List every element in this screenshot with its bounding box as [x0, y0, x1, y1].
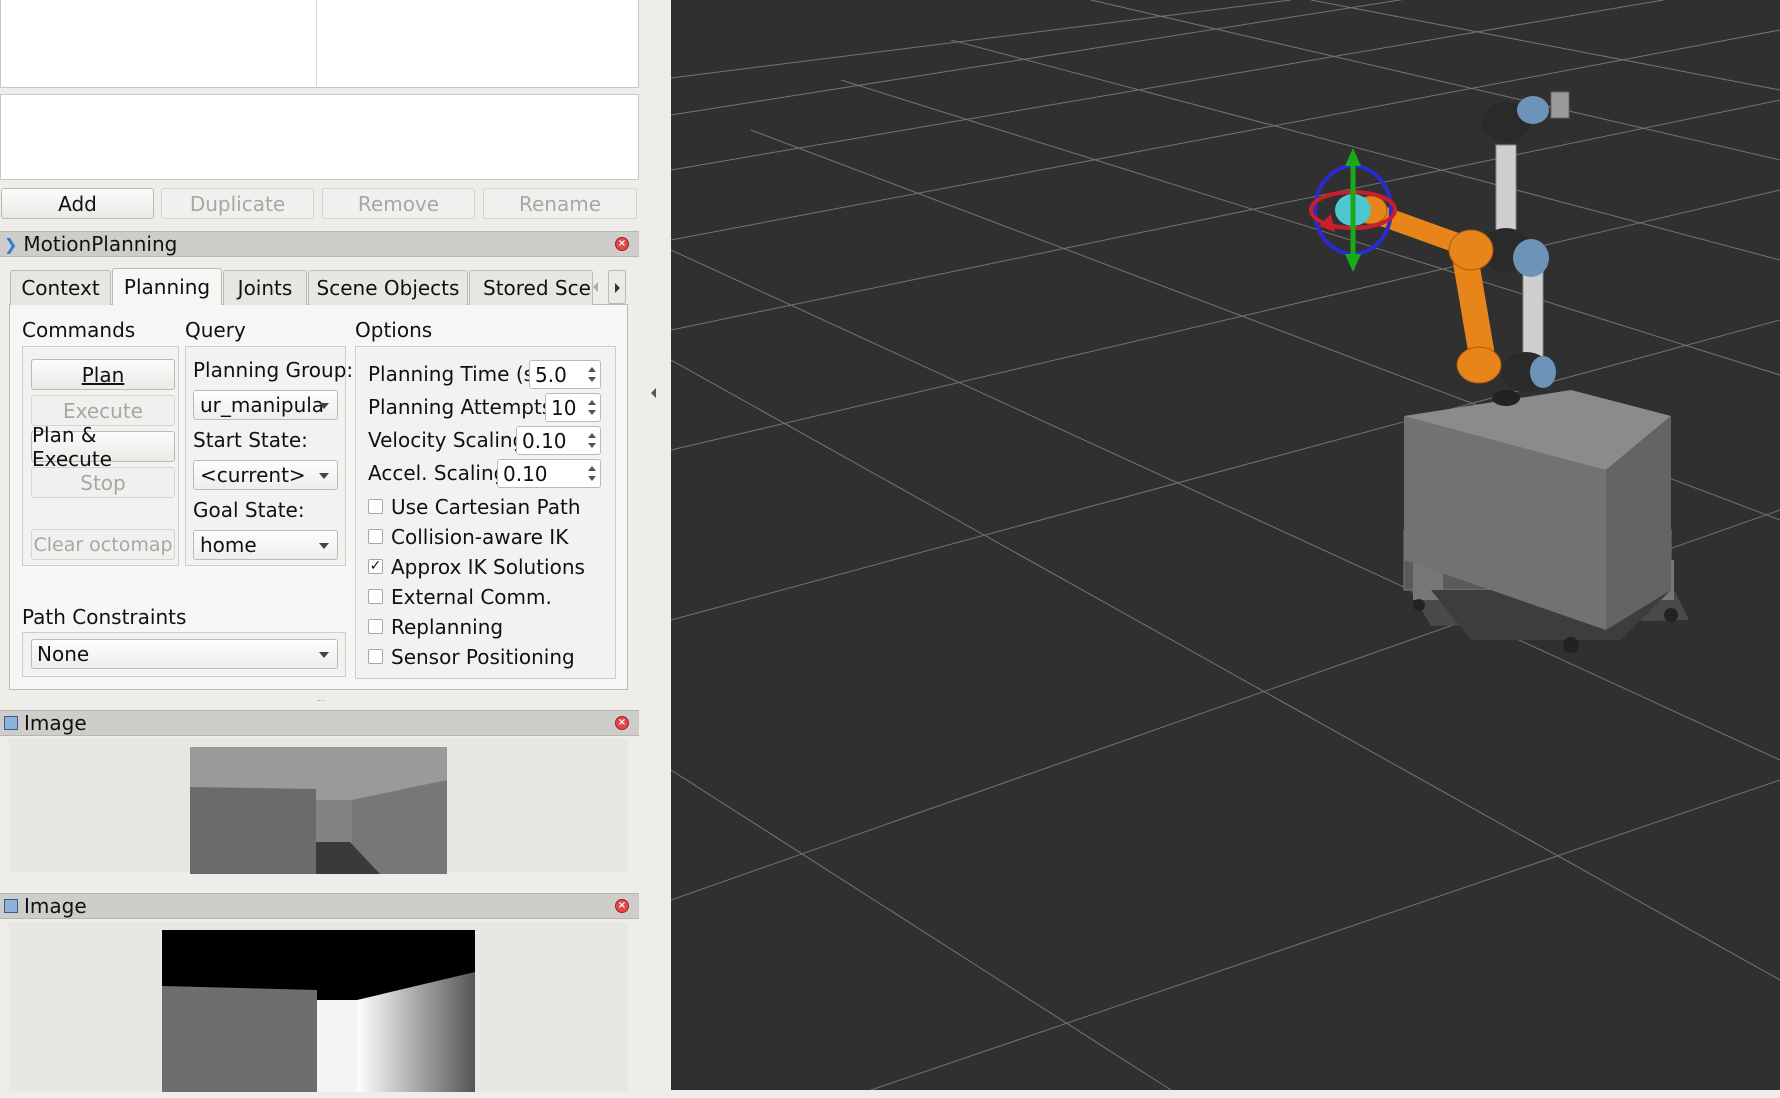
tree-column-divider — [316, 0, 317, 86]
rename-button[interactable]: Rename — [483, 188, 637, 219]
planning-group-label: Planning Group: — [193, 358, 354, 382]
duplicate-button[interactable]: Duplicate — [161, 188, 314, 219]
chevron-down-icon — [319, 403, 329, 409]
image-icon — [4, 899, 18, 913]
plan-label: Plan — [81, 362, 125, 387]
planning-time-value: 5.0 — [535, 362, 567, 387]
close-icon[interactable]: × — [615, 716, 629, 730]
image-icon — [4, 716, 18, 730]
close-icon[interactable]: × — [615, 899, 629, 913]
image-panel-2-feed — [162, 930, 475, 1092]
spin-up-icon[interactable] — [588, 433, 596, 438]
viewport-scene — [671, 0, 1780, 1090]
chevron-down-icon — [319, 473, 329, 479]
planning-attempts-label: Planning Attempts: — [368, 395, 560, 419]
goal-state-value: home — [200, 533, 257, 557]
remove-button[interactable]: Remove — [322, 188, 475, 219]
image-panel-2-titlebar[interactable]: Image × — [0, 893, 639, 919]
dock-splitter[interactable] — [639, 0, 671, 1098]
motion-planning-title: MotionPlanning — [23, 232, 178, 256]
image-panel-1-feed — [190, 747, 447, 874]
add-button[interactable]: Add — [1, 188, 154, 219]
mobile-base — [1403, 390, 1689, 653]
spin-down-icon[interactable] — [588, 377, 596, 382]
accel-scaling-value: 0.10 — [503, 461, 548, 486]
path-constraints-select[interactable]: None — [31, 639, 338, 669]
image-panel-1-titlebar[interactable]: Image × — [0, 710, 639, 736]
collapse-left-icon[interactable] — [651, 388, 656, 398]
description-area — [0, 94, 639, 180]
planning-attempts-spinbox[interactable]: 10 — [545, 393, 601, 422]
start-state-value: <current> — [200, 463, 306, 487]
planning-time-label: Planning Time (s): — [368, 362, 549, 386]
collision-aware-ik-label: Collision-aware IK — [391, 525, 569, 549]
tab-planning[interactable]: Planning — [112, 268, 222, 305]
spin-down-icon[interactable] — [588, 476, 596, 481]
plan-and-execute-button[interactable]: Plan & Execute — [31, 423, 175, 471]
spin-down-icon[interactable] — [588, 443, 596, 448]
tab-scene-objects[interactable]: Scene Objects — [308, 270, 468, 305]
motion-planning-titlebar[interactable]: ❯ MotionPlanning × — [0, 231, 639, 257]
commands-heading: Commands — [22, 318, 136, 342]
chevron-right-icon — [615, 283, 620, 293]
use-cartesian-path-checkbox[interactable] — [368, 499, 383, 514]
display-tree[interactable] — [0, 0, 639, 88]
approx-ik-solutions-label: Approx IK Solutions — [391, 555, 585, 579]
clear-octomap-button[interactable]: Clear octomap — [31, 529, 175, 560]
tab-stored-scenes[interactable]: Stored Scen — [469, 270, 593, 305]
chevron-down-icon — [319, 652, 329, 658]
spin-down-icon[interactable] — [588, 410, 596, 415]
replanning-label: Replanning — [391, 615, 504, 639]
feed-left-wall — [162, 986, 317, 1092]
close-icon[interactable]: × — [615, 237, 629, 251]
motion-planning-icon: ❯ — [4, 234, 18, 254]
image-panel-1-title: Image — [24, 711, 87, 735]
planning-time-spinbox[interactable]: 5.0 — [529, 360, 601, 389]
panel-splitter[interactable] — [318, 700, 324, 702]
sensor-positioning-label: Sensor Positioning — [391, 645, 575, 669]
plan-button[interactable]: Plan — [31, 359, 175, 390]
velocity-scaling-value: 0.10 — [522, 428, 567, 453]
planning-group-select[interactable]: ur_manipula — [193, 390, 338, 420]
tab-joints[interactable]: Joints — [223, 270, 307, 305]
path-constraints-heading: Path Constraints — [22, 605, 187, 629]
tab-context[interactable]: Context — [10, 270, 111, 305]
execute-label: Execute — [63, 398, 143, 423]
robot-arm — [1354, 91, 1570, 406]
render-viewport[interactable] — [671, 0, 1780, 1090]
path-constraints-value: None — [37, 642, 90, 666]
collision-aware-ik-checkbox[interactable] — [368, 529, 383, 544]
replanning-checkbox[interactable] — [368, 619, 383, 634]
start-state-label: Start State: — [193, 428, 308, 452]
image-panel-2-title: Image — [24, 894, 87, 918]
external-comm-checkbox[interactable] — [368, 589, 383, 604]
external-comm-label: External Comm. — [391, 585, 552, 609]
planning-attempts-value: 10 — [551, 395, 577, 420]
spin-up-icon[interactable] — [588, 466, 596, 471]
velocity-scaling-label: Velocity Scaling: — [368, 428, 532, 452]
tab-scroll-left-icon[interactable] — [593, 282, 598, 292]
use-cartesian-path-label: Use Cartesian Path — [391, 495, 581, 519]
left-dock: Add Duplicate Remove Rename ❯ MotionPlan… — [0, 0, 639, 1098]
accel-scaling-label: Accel. Scaling: — [368, 461, 514, 485]
feed-left-wall — [190, 787, 316, 874]
query-heading: Query — [185, 318, 246, 342]
spin-up-icon[interactable] — [588, 367, 596, 372]
approx-ik-solutions-checkbox[interactable]: ✓ — [368, 559, 383, 574]
stop-button[interactable]: Stop — [31, 467, 175, 498]
goal-state-select[interactable]: home — [193, 530, 338, 560]
accel-scaling-spinbox[interactable]: 0.10 — [497, 459, 601, 488]
planning-group-value: ur_manipula — [200, 393, 325, 417]
execute-button[interactable]: Execute — [31, 395, 175, 426]
velocity-scaling-spinbox[interactable]: 0.10 — [516, 426, 601, 455]
options-heading: Options — [355, 318, 433, 342]
tab-scroll-right-button[interactable] — [608, 270, 626, 304]
chevron-down-icon — [319, 543, 329, 549]
start-state-select[interactable]: <current> — [193, 460, 338, 490]
spin-up-icon[interactable] — [588, 400, 596, 405]
sensor-positioning-checkbox[interactable] — [368, 649, 383, 664]
goal-state-label: Goal State: — [193, 498, 305, 522]
feed-bright-corridor — [317, 1000, 357, 1092]
